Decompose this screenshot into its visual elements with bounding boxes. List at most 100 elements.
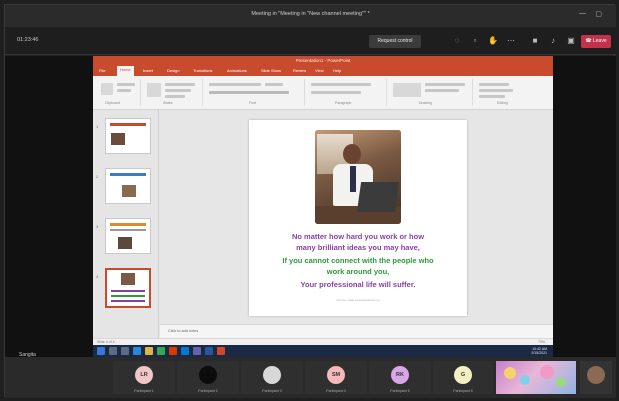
mic-icon[interactable]: ♪ <box>547 35 559 47</box>
tab-transitions[interactable]: Transitions <box>193 68 212 73</box>
notes-placeholder: Click to add notes <box>168 329 199 333</box>
more-icon[interactable]: ⋯ <box>505 35 517 47</box>
taskbar-clock: 10:42 AM 3/15/2021 <box>531 347 547 355</box>
ribbon-group-drawing: Drawing <box>389 79 473 106</box>
start-icon[interactable] <box>97 347 105 355</box>
slide-thumbnail-selected[interactable] <box>105 268 151 308</box>
slide-text-line-3: If you cannot connect with the people wh… <box>282 256 434 265</box>
slide-text-line-5: Your professional life will suffer. <box>300 280 416 289</box>
thumb-number: 1 <box>96 124 99 129</box>
slide-credit: Source: www.connectusfund.org <box>336 298 380 302</box>
slide-thumbnail[interactable] <box>105 168 151 204</box>
tab-view[interactable]: View <box>315 68 324 73</box>
camera-icon[interactable]: ■ <box>529 35 541 47</box>
chrome-icon[interactable] <box>157 347 165 355</box>
tab-animations[interactable]: Animations <box>227 68 247 73</box>
leave-button[interactable]: ☎ Leave <box>581 35 611 48</box>
participants-strip: LR Participant 1 Participant 2 Participa… <box>5 357 616 398</box>
tab-home[interactable]: Home <box>117 66 134 76</box>
ribbon-label-paragraph: Paragraph <box>335 101 352 105</box>
share-icon[interactable]: ▣ <box>565 35 577 47</box>
participant-name: Participant 1 <box>134 389 154 393</box>
ribbon-tabs: File Home Insert Design Transitions Anim… <box>93 66 553 76</box>
ribbon: Clipboard Slides Font Paragraph Drawing … <box>93 76 553 110</box>
ribbon-label-clipboard: Clipboard <box>105 101 120 105</box>
teams-window: Meeting in "Meeting in "New channel meet… <box>4 4 616 398</box>
slide-thumbnails-pane: 1 2 3 4 <box>93 110 159 338</box>
request-control-button[interactable]: Request control <box>369 35 421 48</box>
search-icon[interactable] <box>109 347 117 355</box>
avatar: SM <box>327 366 345 384</box>
windows-taskbar: 10:42 AM 3/15/2021 <box>93 345 553 357</box>
avatar: G <box>454 366 472 384</box>
participant-name: Participant 2 <box>198 389 218 393</box>
participant-tile[interactable]: SM Participant 4 <box>305 361 367 394</box>
task-view-icon[interactable] <box>121 347 129 355</box>
participant-name: Participant 4 <box>326 389 346 393</box>
ribbon-label-font: Font <box>249 101 257 105</box>
participant-tile[interactable]: RK Participant 5 <box>369 361 431 394</box>
meeting-stage: Presentation1 - PowerPoint File Home Ins… <box>5 56 616 358</box>
slide-thumbnail[interactable] <box>105 118 151 154</box>
folder-icon[interactable] <box>145 347 153 355</box>
window-title-bar: Meeting in "Meeting in "New channel meet… <box>5 5 616 27</box>
zoom-level[interactable]: 70% <box>538 340 545 344</box>
tab-insert[interactable]: Insert <box>143 68 153 73</box>
participant-video-tile[interactable] <box>496 361 576 394</box>
outlook-icon[interactable] <box>181 347 189 355</box>
thumb-number: 2 <box>96 174 99 179</box>
slide-photo <box>315 130 401 224</box>
self-avatar <box>587 366 605 384</box>
ribbon-group-paragraph: Paragraph <box>307 79 387 106</box>
participant-name: Participant 6 <box>453 389 473 393</box>
shared-screen: Presentation1 - PowerPoint File Home Ins… <box>93 56 553 357</box>
avatar: LR <box>135 366 153 384</box>
ribbon-group-font: Font <box>205 79 305 106</box>
participant-tile[interactable]: LR Participant 1 <box>113 361 175 394</box>
slide-text-line-2: many brilliant ideas you may have, <box>296 243 420 252</box>
ribbon-group-slides: Slides <box>143 79 203 106</box>
notes-pane[interactable]: Click to add notes <box>160 324 553 338</box>
slide-counter: Slide 4 of 4 <box>97 340 115 344</box>
ribbon-label-editing: Editing <box>497 101 508 105</box>
current-slide[interactable]: No matter how hard you work or how many … <box>249 120 467 316</box>
powerpoint-title: Presentation1 - PowerPoint <box>295 58 351 63</box>
people-icon[interactable]: ◌ <box>451 35 463 47</box>
edge-icon[interactable] <box>133 347 141 355</box>
participant-tile[interactable]: Participant 2 <box>177 361 239 394</box>
powerpoint-title-bar: Presentation1 - PowerPoint <box>93 56 553 66</box>
slide-text-line-1: No matter how hard you work or how <box>291 232 425 241</box>
window-title: Meeting in "Meeting in "New channel meet… <box>251 11 370 17</box>
ribbon-label-slides: Slides <box>163 101 173 105</box>
powerpoint-icon[interactable] <box>217 347 225 355</box>
tab-slide-show[interactable]: Slide Show <box>261 68 281 73</box>
slide-editing-area: No matter how hard you work or how many … <box>160 110 553 324</box>
taskbar-date: 3/15/2021 <box>531 351 547 355</box>
leave-label: Leave <box>593 38 607 44</box>
raise-hand-icon[interactable]: ✋ <box>487 35 499 47</box>
meeting-toolbar: 01:23:46 Request control ◌ ▫ ✋ ⋯ ■ ♪ ▣ ☎… <box>5 27 616 55</box>
participant-name: Participant 5 <box>390 389 410 393</box>
thumb-number: 4 <box>96 274 99 279</box>
tab-file[interactable]: File <box>99 68 105 73</box>
minimize-icon[interactable]: — <box>579 10 586 17</box>
slide-text-line-4: work around you, <box>326 267 390 276</box>
avatar <box>199 366 217 384</box>
word-icon[interactable] <box>205 347 213 355</box>
participant-tile[interactable]: Participant 3 <box>241 361 303 394</box>
tab-review[interactable]: Review <box>293 68 306 73</box>
self-video-tile[interactable] <box>580 361 612 394</box>
tab-design[interactable]: Design <box>167 68 179 73</box>
thumb-number: 3 <box>96 224 99 229</box>
tab-help[interactable]: Help <box>333 68 341 73</box>
powerpoint-status-bar: Slide 4 of 4 70% <box>93 338 553 345</box>
participant-tile[interactable]: G Participant 6 <box>433 361 493 394</box>
slide-thumbnail[interactable] <box>105 218 151 254</box>
ribbon-group-clipboard: Clipboard <box>97 79 141 106</box>
meeting-timer: 01:23:46 <box>17 37 39 43</box>
teams-icon[interactable] <box>193 347 201 355</box>
chat-icon[interactable]: ▫ <box>469 35 481 47</box>
participant-name: Participant 3 <box>262 389 282 393</box>
office-icon[interactable] <box>169 347 177 355</box>
maximize-icon[interactable]: ▢ <box>595 10 602 18</box>
